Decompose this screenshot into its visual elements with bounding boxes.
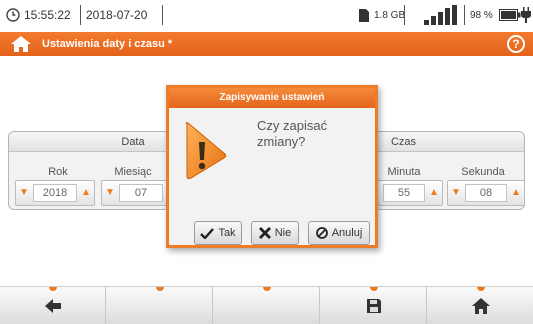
toolbar-notch [262,287,271,291]
checkmark-icon [200,227,215,239]
back-button[interactable] [0,287,106,324]
toolbar-slot-2 [107,287,213,324]
status-bar: 15:55:22 2018-07-20 1.8 GB 98 % [0,0,533,30]
minute-label: Minuta [387,166,421,178]
dialog-message-line-1: Czy zapisać [257,118,328,133]
second-label: Sekunda [461,166,505,178]
second-decrement-button[interactable]: ▼ [448,181,464,205]
home-icon[interactable] [10,35,32,53]
cross-icon [258,227,271,239]
home-icon [471,298,490,314]
battery-value: 98 % [470,9,493,21]
bottom-toolbar [0,286,533,324]
cancel-circle-icon [315,227,328,239]
minute-value[interactable]: 55 [383,184,425,202]
status-date: 2018-07-20 [86,8,148,22]
second-spinner: ▼ 08 ▲ [447,180,525,206]
month-value[interactable]: 07 [119,184,163,202]
year-increment-button[interactable]: ▲ [78,181,94,205]
sd-card-icon [358,0,370,30]
second-value[interactable]: 08 [465,184,507,202]
title-bar: Ustawienia daty i czasu * ? [0,32,533,56]
storage-value: 1.8 GB [374,9,406,21]
toolbar-notch [369,287,378,291]
status-separator [464,5,465,25]
dialog-message: Czy zapisać zmiany? [257,118,367,150]
no-button-label: Nie [274,227,292,239]
no-button[interactable]: Nie [251,221,299,245]
year-spinner: ▼ 2018 ▲ [15,180,95,206]
signal-bars-icon [424,0,458,30]
cancel-button-label: Anuluj [331,227,363,239]
year-value[interactable]: 2018 [33,184,77,202]
yes-button[interactable]: Tak [194,221,242,245]
battery-icon [499,0,521,30]
second-increment-button[interactable]: ▲ [508,181,524,205]
toolbar-notch [155,287,164,291]
year-label: Rok [48,166,68,178]
status-separator [80,5,81,25]
clock-icon [6,0,20,30]
month-decrement-button[interactable]: ▼ [102,181,118,205]
status-time: 15:55:22 [24,8,71,22]
back-arrow-icon [44,299,61,313]
status-separator [162,5,163,25]
year-decrement-button[interactable]: ▼ [16,181,32,205]
save-dialog: Zapisywanie ustawień Czy zapisać zmiany?… [166,85,378,248]
help-button[interactable]: ? [507,35,525,53]
month-label: Miesiąc [114,166,152,178]
status-separator [404,5,405,25]
minute-increment-button[interactable]: ▲ [426,181,442,205]
power-plug-icon [521,0,531,30]
toolbar-notch [476,287,485,291]
dialog-title: Zapisywanie ustawień [169,88,375,108]
screen: 15:55:22 2018-07-20 1.8 GB 98 % Ustawien… [0,0,533,324]
yes-button-label: Tak [218,227,236,239]
toolbar-slot-3 [214,287,320,324]
save-button[interactable] [321,287,427,324]
home-button[interactable] [428,287,533,324]
warning-icon [179,120,231,182]
page-title: Ustawienia daty i czasu * [42,38,173,50]
cancel-button[interactable]: Anuluj [308,221,370,245]
dialog-message-line-2: zmiany? [257,134,306,149]
toolbar-notch [48,287,57,291]
save-disk-icon [366,299,381,313]
